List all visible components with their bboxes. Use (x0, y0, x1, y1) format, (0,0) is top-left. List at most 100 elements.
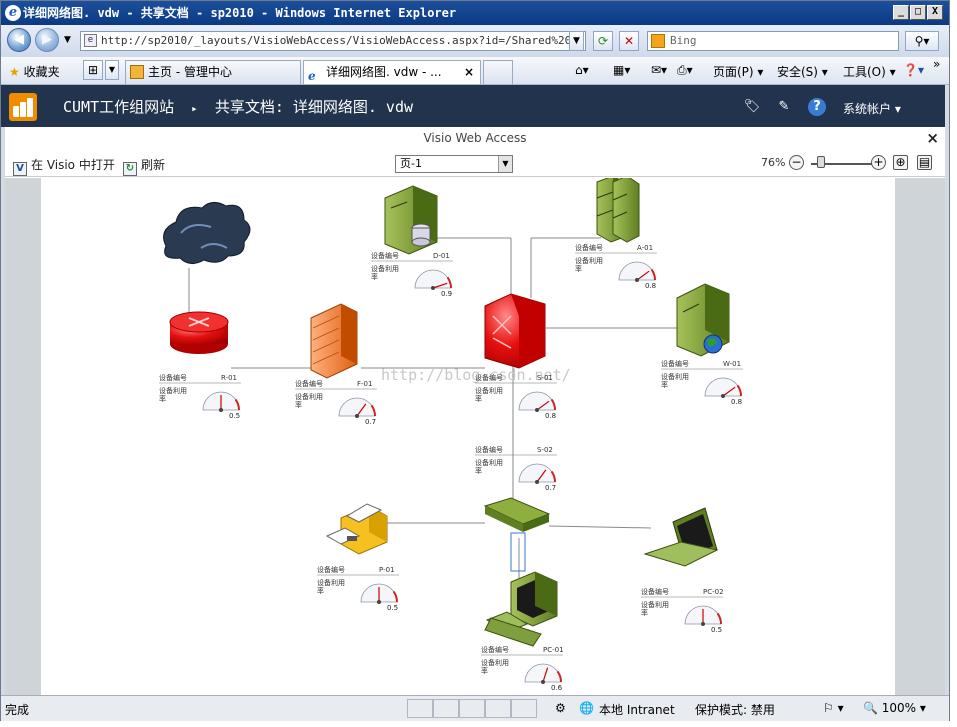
notes-icon[interactable]: ✎ (775, 98, 793, 116)
database-server-icon (384, 185, 438, 255)
gauge-hub (355, 414, 359, 418)
minimize-button[interactable]: _ (893, 5, 909, 20)
device-labels: 设备编号 D-01设备利用率0.9设备编号 A-01设备利用率0.8设备编号 R-01… (159, 243, 743, 692)
device-util-label-2: 率 (317, 586, 324, 595)
status-segment (485, 699, 511, 718)
fit-page-icon[interactable]: ⊕ (893, 155, 908, 170)
security-icon[interactable]: ⚐ ▾ (823, 701, 844, 715)
device-util-label-2: 率 (475, 466, 482, 475)
search-input[interactable]: Bing (647, 31, 899, 51)
device-util-label: 设备利用 (159, 386, 187, 395)
page-menu[interactable]: 页面(P) ▾ (713, 63, 763, 80)
device-id-label: 设备编号 (317, 565, 345, 574)
device-code: R-01 (221, 374, 237, 382)
search-icon[interactable]: ⚲▾ (905, 31, 939, 51)
chevron-down-icon: ▼ (498, 156, 512, 172)
gauge-value: 0.5 (229, 412, 240, 420)
addon-icon[interactable]: ⚙ (555, 701, 566, 715)
url-dropdown-button[interactable]: ▼ (569, 31, 584, 51)
close-window-button[interactable]: X (927, 5, 943, 20)
quick-tabs-icon[interactable]: ⊞ (83, 60, 103, 80)
favorites-bar: ★ 收藏夹 ⊞ ▼ 主页 - 管理中心 e 详细网络图. vdw - ... ×… (1, 57, 949, 85)
web-server-icon (676, 283, 730, 357)
protected-mode-text: 保护模式: 禁用 (695, 703, 775, 717)
details-pane-icon[interactable]: ▤ (917, 155, 932, 170)
device-util-label-2: 率 (481, 666, 488, 675)
tag-icon[interactable]: 🏷 (743, 98, 761, 116)
device-code: W-01 (723, 360, 741, 368)
more-tools-icon[interactable]: » (933, 57, 940, 71)
user-menu[interactable]: 系统帐户 ▾ (843, 100, 901, 117)
device-id-label: 设备编号 (661, 359, 689, 368)
gauge-dial (414, 269, 452, 289)
home-icon[interactable]: ⌂▾ (575, 63, 589, 77)
safety-menu[interactable]: 安全(S) ▾ (777, 63, 828, 80)
site-link[interactable]: CUMT工作组网站 (63, 98, 174, 116)
refresh-button[interactable]: ↻ 刷新 (123, 156, 165, 176)
device-id-label: 设备编号 (575, 243, 603, 252)
webpart-title: Visio Web Access (423, 131, 527, 145)
zoom-status[interactable]: 🔍 100% ▾ (863, 701, 926, 715)
visio-web-access: Visio Web Access × V 在 Visio 中打开 ↻ 刷新 页-1 … (5, 127, 945, 695)
gauge-hub (535, 408, 539, 412)
document-path: 共享文档: 详细网络图. vdw (214, 98, 414, 116)
zone-text: 本地 Intranet (599, 703, 675, 717)
stop-icon[interactable]: ✕ (619, 31, 639, 51)
tab-list-dropdown[interactable]: ▼ (105, 60, 119, 80)
refresh-doc-icon: ↻ (123, 162, 137, 176)
status-segment (407, 699, 433, 718)
title-bar: e 详细网络图. vdw - 共享文档 - sp2010 - Windows I… (1, 1, 949, 25)
breadcrumb-separator: ▸ (191, 102, 198, 115)
new-tab-button[interactable] (483, 60, 513, 84)
help-icon[interactable]: ❓▾ (903, 63, 924, 77)
drawing-area[interactable]: http://blog.csdn.net/ 设备编号 D-01 设备利用率 0.9 设备… (5, 178, 945, 695)
history-dropdown-icon[interactable]: ▼ (64, 35, 71, 45)
page-select[interactable]: 页-1 ▼ (395, 155, 513, 173)
forward-button[interactable]: ▶ (35, 28, 59, 52)
device-util-label: 设备利用 (295, 392, 323, 401)
zoom-in-button[interactable]: + (871, 155, 886, 170)
help-icon[interactable]: ? (808, 98, 826, 116)
url-input[interactable]: e http://sp2010/_layouts/VisioWebAccess/… (80, 31, 586, 51)
zoom-slider-thumb[interactable] (816, 156, 825, 168)
tools-menu-label: 工具(O) (843, 65, 886, 79)
bing-icon (651, 34, 665, 48)
page-icon: e (84, 34, 97, 47)
tab-label: 详细网络图. vdw - ... (326, 65, 442, 79)
device-id-label: 设备编号 (481, 645, 509, 654)
tab-visio-diagram[interactable]: e 详细网络图. vdw - ... × (303, 60, 481, 84)
device-id-label: 设备编号 (641, 587, 669, 596)
safety-menu-label: 安全(S) (777, 65, 818, 79)
device-util-label: 设备利用 (317, 578, 345, 587)
gauge-hub (541, 680, 545, 684)
gauge-value: 0.9 (441, 290, 452, 298)
ie-page-icon: e (308, 69, 316, 83)
feeds-icon[interactable]: ▦▾ (613, 63, 630, 77)
mail-icon[interactable]: ✉▾ (651, 63, 667, 77)
gauge-hub (721, 394, 725, 398)
server-stack-icon (596, 178, 640, 243)
refresh-icon[interactable]: ⟳ (593, 31, 613, 51)
device-util-label: 设备利用 (475, 386, 503, 395)
gauge-dial (338, 397, 376, 417)
zoom-dropdown-icon: ▾ (919, 701, 926, 715)
laptop-icon (643, 507, 719, 567)
close-tab-icon[interactable]: × (464, 61, 474, 83)
open-in-visio-button[interactable]: V 在 Visio 中打开 (13, 156, 115, 176)
device-util-label: 设备利用 (481, 658, 509, 667)
gauge-hub (431, 286, 435, 290)
status-segment (433, 699, 459, 718)
tools-menu[interactable]: 工具(O) ▾ (843, 63, 896, 80)
zoom-out-button[interactable]: − (789, 155, 804, 170)
sharepoint-header: CUMT工作组网站 ▸ 共享文档: 详细网络图. vdw 🏷 ✎ ? 系统帐户 … (1, 85, 945, 127)
back-button[interactable]: ◀ (7, 28, 31, 52)
print-icon[interactable]: ⎙▾ (677, 63, 693, 78)
tab-label: 主页 - 管理中心 (148, 65, 232, 79)
maximize-button[interactable]: □ (910, 5, 926, 20)
ie-window: e 详细网络图. vdw - 共享文档 - sp2010 - Windows I… (0, 0, 950, 721)
gauge-hub (635, 278, 639, 282)
favorites-button[interactable]: ★ 收藏夹 (9, 63, 60, 80)
tab-home-admin[interactable]: 主页 - 管理中心 (125, 60, 301, 84)
close-webpart-icon[interactable]: × (926, 129, 939, 147)
page-menu-label: 页面(P) (713, 65, 754, 79)
